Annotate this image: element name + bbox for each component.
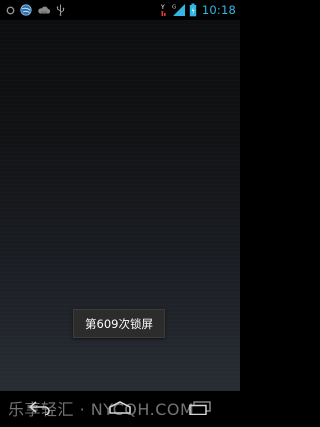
globe-icon [20, 4, 32, 16]
back-button[interactable] [15, 391, 65, 427]
home-button[interactable] [95, 391, 145, 427]
svg-text:Y: Y [160, 4, 165, 11]
recent-apps-icon [188, 400, 212, 419]
notification-icons [0, 0, 65, 20]
network-type-label: G [172, 5, 176, 11]
signal-h-icon: Y [160, 3, 169, 17]
cloud-icon [37, 5, 51, 15]
toast: 第609次锁屏 [73, 309, 165, 338]
back-icon [28, 400, 52, 419]
battery-icon [189, 3, 197, 17]
clock: 10:18 [201, 3, 236, 17]
usb-icon [56, 4, 65, 16]
toast-message: 第609次锁屏 [85, 316, 153, 331]
sync-circle-icon [6, 6, 15, 15]
recent-apps-button[interactable] [175, 391, 225, 427]
signal-strength-icon: G [172, 3, 186, 17]
lock-screen: Y G 10:18 第609次锁屏 乐享轻汇 · NYCQH.COM [0, 0, 240, 427]
system-icons: Y G 10:18 [160, 0, 240, 20]
home-icon [107, 400, 133, 419]
status-bar: Y G 10:18 [0, 0, 240, 20]
navigation-bar [0, 391, 240, 427]
